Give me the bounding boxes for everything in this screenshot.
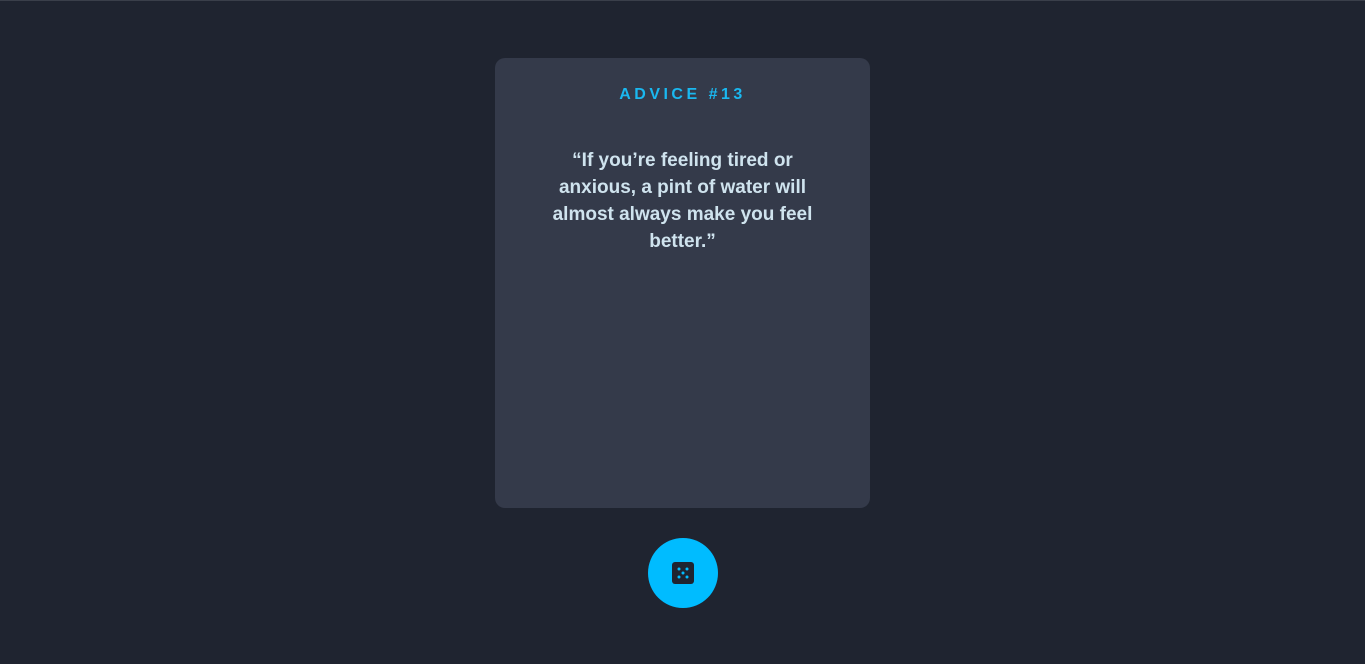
advice-quote: “If you’re feeling tired or anxious, a p… xyxy=(552,150,813,252)
advice-card: ADVICE #13 “If you’re feeling tired or a… xyxy=(495,58,870,508)
dice-icon xyxy=(671,561,695,585)
advice-number: ADVICE #13 xyxy=(619,86,746,103)
new-advice-button[interactable] xyxy=(648,538,718,608)
